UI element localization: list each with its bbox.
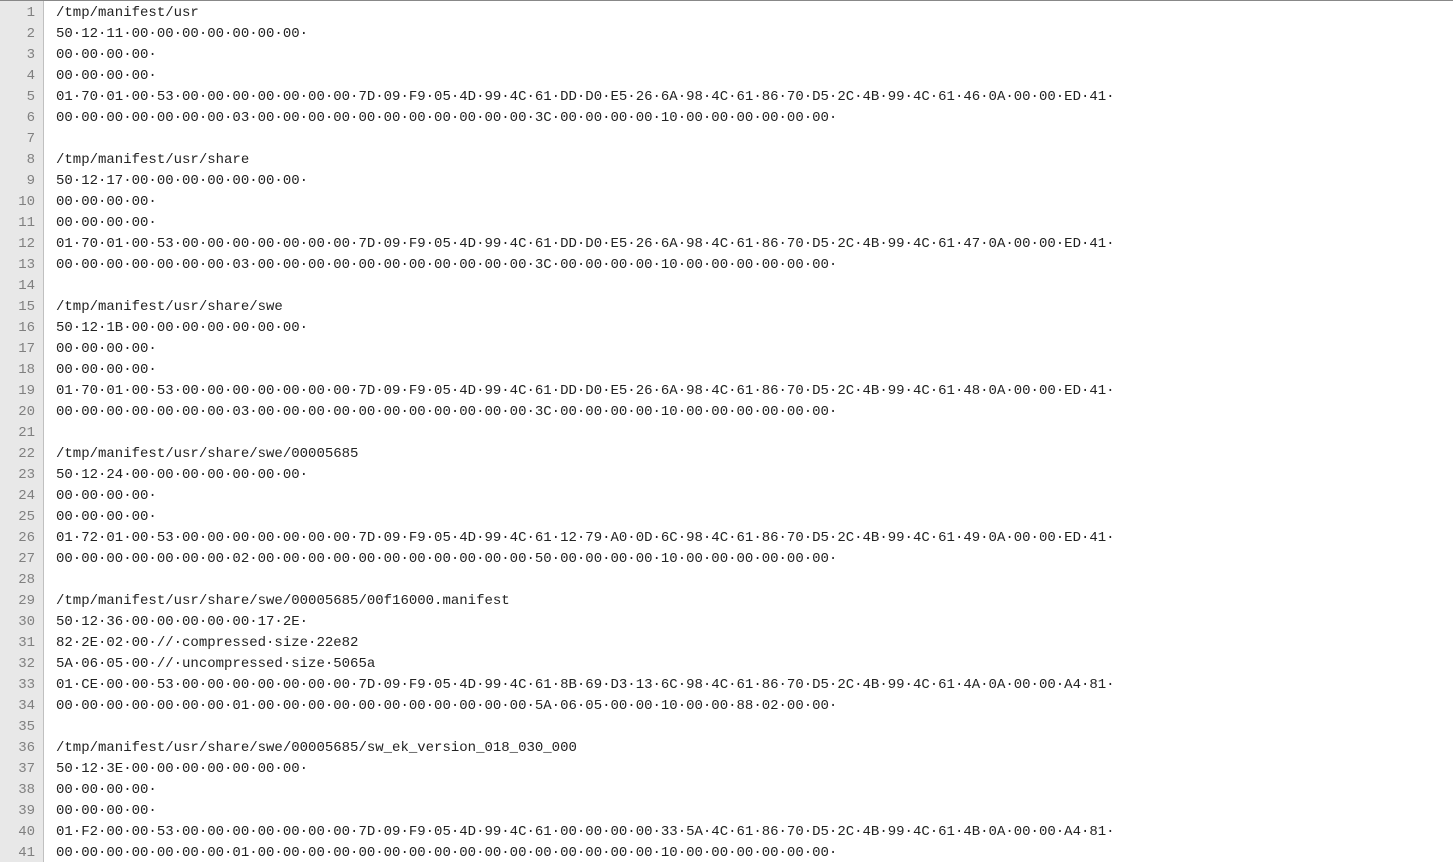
code-line[interactable]: 50·12·17·00·00·00·00·00·00·00· — [56, 171, 1453, 192]
code-line[interactable]: /tmp/manifest/usr/share/swe/00005685/sw_… — [56, 738, 1453, 759]
code-line[interactable]: 01·70·01·00·53·00·00·00·00·00·00·00·7D·0… — [56, 381, 1453, 402]
line-number: 33 — [6, 675, 35, 696]
code-line[interactable]: /tmp/manifest/usr/share/swe/00005685/00f… — [56, 591, 1453, 612]
code-line[interactable]: /tmp/manifest/usr/share/swe/00005685 — [56, 444, 1453, 465]
line-number: 39 — [6, 801, 35, 822]
code-line[interactable]: 50·12·11·00·00·00·00·00·00·00· — [56, 24, 1453, 45]
code-line[interactable]: 00·00·00·00· — [56, 507, 1453, 528]
line-number: 36 — [6, 738, 35, 759]
code-line[interactable]: 01·70·01·00·53·00·00·00·00·00·00·00·7D·0… — [56, 234, 1453, 255]
line-number: 15 — [6, 297, 35, 318]
code-line[interactable] — [56, 717, 1453, 738]
line-number: 35 — [6, 717, 35, 738]
line-number: 21 — [6, 423, 35, 444]
line-number: 29 — [6, 591, 35, 612]
text-editor[interactable]: 1234567891011121314151617181920212223242… — [0, 0, 1453, 862]
line-number: 12 — [6, 234, 35, 255]
line-number: 1 — [6, 3, 35, 24]
code-line[interactable] — [56, 129, 1453, 150]
line-number: 9 — [6, 171, 35, 192]
code-line[interactable]: 82·2E·02·00·//·compressed·size·22e82 — [56, 633, 1453, 654]
line-number: 23 — [6, 465, 35, 486]
code-line[interactable]: 50·12·1B·00·00·00·00·00·00·00· — [56, 318, 1453, 339]
line-number: 3 — [6, 45, 35, 66]
code-line[interactable]: 00·00·00·00·00·00·00·03·00·00·00·00·00·0… — [56, 255, 1453, 276]
line-number: 38 — [6, 780, 35, 801]
code-line[interactable]: 5A·06·05·00·//·uncompressed·size·5065a — [56, 654, 1453, 675]
code-line[interactable]: 00·00·00·00· — [56, 192, 1453, 213]
line-number: 4 — [6, 66, 35, 87]
line-number: 19 — [6, 381, 35, 402]
code-line[interactable]: 00·00·00·00· — [56, 486, 1453, 507]
code-line[interactable]: 50·12·36·00·00·00·00·00·17·2E· — [56, 612, 1453, 633]
code-line[interactable] — [56, 423, 1453, 444]
code-line[interactable]: 00·00·00·00·00·00·00·01·00·00·00·00·00·0… — [56, 843, 1453, 862]
line-number: 10 — [6, 192, 35, 213]
line-number: 34 — [6, 696, 35, 717]
code-line[interactable] — [56, 570, 1453, 591]
code-line[interactable]: 00·00·00·00·00·00·00·03·00·00·00·00·00·0… — [56, 402, 1453, 423]
code-line[interactable]: 00·00·00·00· — [56, 780, 1453, 801]
code-line[interactable]: 50·12·3E·00·00·00·00·00·00·00· — [56, 759, 1453, 780]
code-line[interactable]: 01·F2·00·00·53·00·00·00·00·00·00·00·7D·0… — [56, 822, 1453, 843]
line-number: 27 — [6, 549, 35, 570]
code-line[interactable]: 00·00·00·00· — [56, 801, 1453, 822]
line-number: 22 — [6, 444, 35, 465]
line-number: 25 — [6, 507, 35, 528]
code-line[interactable]: 00·00·00·00·00·00·00·02·00·00·00·00·00·0… — [56, 549, 1453, 570]
code-content-area[interactable]: /tmp/manifest/usr50·12·11·00·00·00·00·00… — [44, 1, 1453, 862]
code-line[interactable] — [56, 276, 1453, 297]
line-number: 30 — [6, 612, 35, 633]
line-number-gutter: 1234567891011121314151617181920212223242… — [0, 1, 44, 862]
line-number: 16 — [6, 318, 35, 339]
code-line[interactable]: /tmp/manifest/usr — [56, 3, 1453, 24]
line-number: 8 — [6, 150, 35, 171]
code-line[interactable]: 01·CE·00·00·53·00·00·00·00·00·00·00·7D·0… — [56, 675, 1453, 696]
line-number: 13 — [6, 255, 35, 276]
code-line[interactable]: 00·00·00·00· — [56, 360, 1453, 381]
line-number: 32 — [6, 654, 35, 675]
code-line[interactable]: 00·00·00·00·00·00·00·03·00·00·00·00·00·0… — [56, 108, 1453, 129]
line-number: 28 — [6, 570, 35, 591]
code-line[interactable]: 00·00·00·00· — [56, 339, 1453, 360]
line-number: 41 — [6, 843, 35, 864]
line-number: 20 — [6, 402, 35, 423]
line-number: 14 — [6, 276, 35, 297]
line-number: 40 — [6, 822, 35, 843]
line-number: 2 — [6, 24, 35, 45]
code-line[interactable]: 00·00·00·00· — [56, 213, 1453, 234]
line-number: 24 — [6, 486, 35, 507]
code-line[interactable]: 50·12·24·00·00·00·00·00·00·00· — [56, 465, 1453, 486]
code-line[interactable]: /tmp/manifest/usr/share — [56, 150, 1453, 171]
code-line[interactable]: 00·00·00·00· — [56, 45, 1453, 66]
line-number: 17 — [6, 339, 35, 360]
line-number: 6 — [6, 108, 35, 129]
code-line[interactable]: 01·72·01·00·53·00·00·00·00·00·00·00·7D·0… — [56, 528, 1453, 549]
code-line[interactable]: /tmp/manifest/usr/share/swe — [56, 297, 1453, 318]
code-line[interactable]: 00·00·00·00· — [56, 66, 1453, 87]
line-number: 26 — [6, 528, 35, 549]
code-line[interactable]: 00·00·00·00·00·00·00·01·00·00·00·00·00·0… — [56, 696, 1453, 717]
line-number: 37 — [6, 759, 35, 780]
line-number: 7 — [6, 129, 35, 150]
line-number: 18 — [6, 360, 35, 381]
line-number: 31 — [6, 633, 35, 654]
line-number: 5 — [6, 87, 35, 108]
code-line[interactable]: 01·70·01·00·53·00·00·00·00·00·00·00·7D·0… — [56, 87, 1453, 108]
line-number: 11 — [6, 213, 35, 234]
